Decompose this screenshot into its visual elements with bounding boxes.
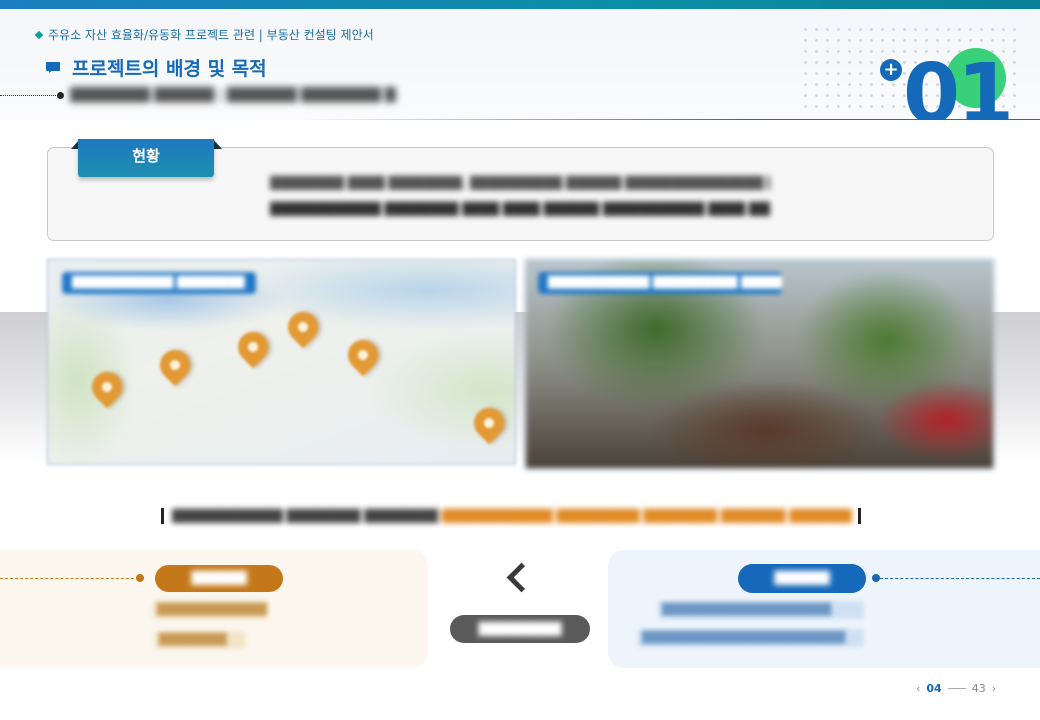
map-caption: ████████████ ████████ [62,272,256,294]
status-tab: 현황 [78,139,214,177]
breadcrumb: 주유소 자산 효율화/유동화 프로젝트 관련 | 부동산 컨설팅 제안서 [34,26,374,43]
summary-text: ████████████ ████████ ████████ █████████… [172,507,852,525]
page-navigation: ‹ 04 43 › [916,682,996,695]
compare-right-line-1: ████████████████████ [658,601,864,619]
compare-right-pill: ██████ [738,564,866,593]
summary-bracket-left [161,508,164,524]
subtitle-dotted-line [0,95,60,96]
compare-left-line-1: █████████████ [153,601,268,619]
street-photo-caption: ████████████ ██████████ ████████ [538,272,782,294]
page-subtitle: ████████ ██████ | ███████ ████████ ████ … [70,88,396,103]
diamond-bullet-icon [34,30,44,39]
current-section-number: 04 [926,682,942,695]
status-text-line-2: ████████████ ████████ ████ ████ ██████ █… [270,202,770,216]
compare-left-dot [136,574,144,582]
compare-middle-pill-label: █████████ [478,622,562,636]
compare-left-pill-label: ██████ [191,571,247,585]
compare-left-line-2: ████████ [155,631,245,649]
page-number: 43 [971,682,986,695]
compare-left-pill: ██████ [155,565,283,592]
compare-right-dashed-line [880,578,1040,579]
breadcrumb-text: 주유소 자산 효율화/유동화 프로젝트 관련 | 부동산 컨설팅 제안서 [48,28,374,42]
page-title-text: 프로젝트의 배경 및 목적 [72,58,267,80]
plus-circle-icon: + [880,59,902,81]
top-accent-bar [0,0,1040,9]
next-page-icon[interactable]: › [992,682,996,695]
prev-page-icon[interactable]: ‹ [916,682,920,695]
chapter-number: 01 [903,54,1040,120]
compare-right-dot [872,574,880,582]
compare-right-pill-label: ██████ [774,571,830,585]
speech-bubble-icon [46,61,62,74]
page-title: 프로젝트의 배경 및 목적 [46,54,267,81]
summary-text-part2: ████████████ █████████ ████████ ███████ … [441,509,852,523]
compare-right-line-2: ████████████████████████ [638,629,864,647]
subtitle-dot [57,92,64,99]
summary-bracket-right [858,508,861,524]
compare-middle-pill: █████████ [450,615,590,643]
chevron-left-icon [503,562,533,596]
pager-separator [947,688,966,689]
chapter-number-text: 01 [903,54,1014,120]
summary-text-part1: ████████████ ████████ ████████ [172,509,439,523]
status-text-line-1: ████████ ████ ████████, ██████████ █████… [270,176,770,190]
compare-left-dashed-line [0,578,139,579]
